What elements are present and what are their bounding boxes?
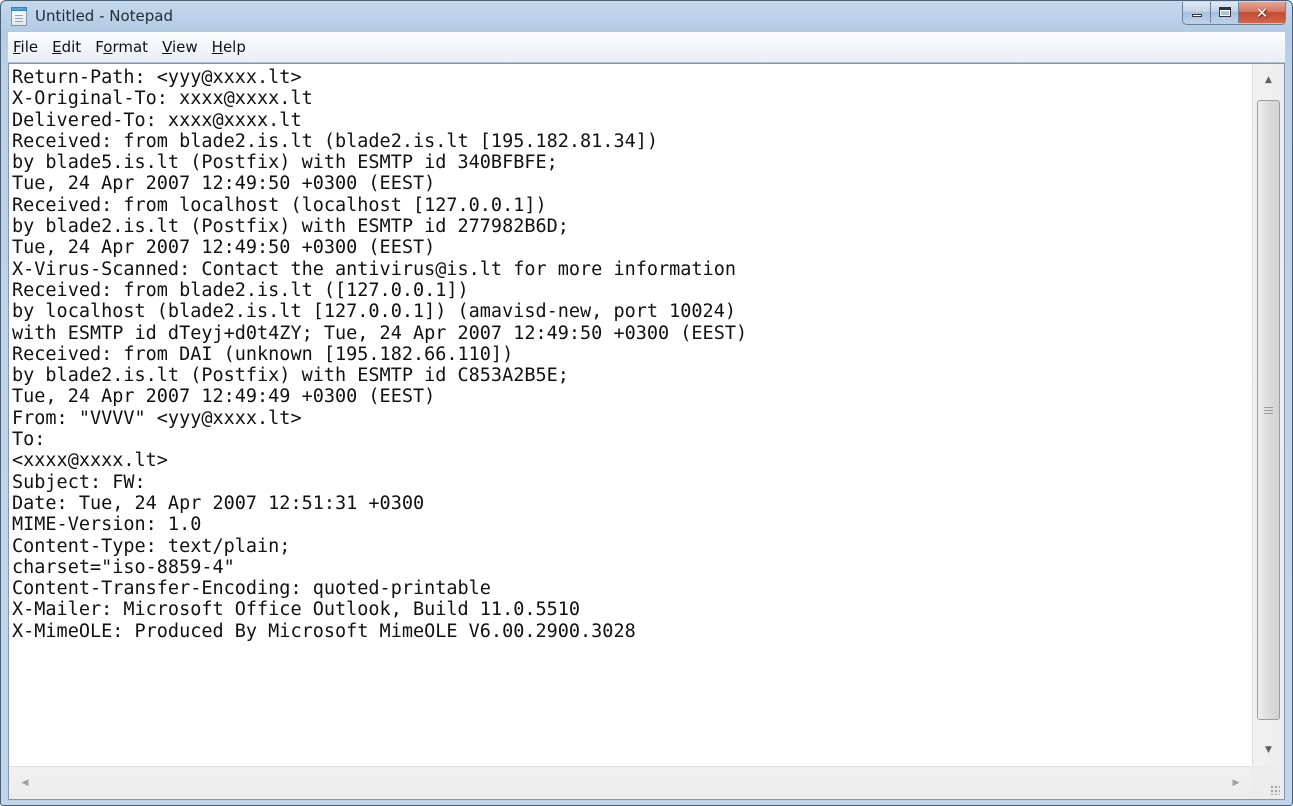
scroll-up-arrow-icon: ▲ [1265,75,1272,85]
text-line: To: [12,429,46,451]
editor-text[interactable]: Return-Path: <yyy@xxxx.lt> X-Original-To… [12,67,1237,765]
maximize-button[interactable] [1211,2,1239,23]
text-line: X-Mailer: Microsoft Office Outlook, Buil… [12,599,581,621]
scroll-left-arrow-icon: ◀ [21,778,29,788]
menu-file[interactable]: File [12,38,39,56]
text-line: charset="iso-8859-4" [12,556,235,578]
menu-help[interactable]: Help [211,38,247,56]
close-button[interactable]: ✕ [1239,2,1285,23]
maximize-icon [1219,7,1231,17]
scroll-up-button[interactable]: ▲ [1253,64,1284,96]
text-line: MIME-Version: 1.0 [12,514,202,536]
vertical-scrollbar[interactable]: ▲ ▼ [1252,64,1284,766]
size-grip-icon[interactable] [1251,766,1284,799]
minimize-button[interactable] [1183,2,1211,23]
text-line: Date: Tue, 24 Apr 2007 12:51:31 +0300 [12,492,425,514]
text-line: Content-Type: text/plain; [12,535,291,557]
caption-buttons: ✕ [1182,2,1286,25]
text-line: by blade2.is.lt (Postfix) with ESMTP id … [12,365,569,387]
notepad-icon[interactable] [11,7,27,26]
horizontal-scrollbar[interactable]: ◀ ▶ [9,766,1252,799]
text-line: by localhost (blade2.is.lt [127.0.0.1]) … [12,301,736,323]
minimize-icon [1192,14,1202,17]
text-line: Delivered-To: xxxx@xxxx.lt [12,109,302,131]
text-line: with ESMTP id dTeyj+d0t4ZY; Tue, 24 Apr … [12,322,748,344]
text-line: Tue, 24 Apr 2007 12:49:50 +0300 (EEST) [12,237,436,259]
close-icon: ✕ [1255,3,1269,22]
text-editor[interactable]: Return-Path: <yyy@xxxx.lt> X-Original-To… [8,63,1285,800]
text-line: by blade5.is.lt (Postfix) with ESMTP id … [12,152,558,174]
scroll-down-arrow-icon: ▼ [1265,745,1272,755]
window-title: Untitled - Notepad [35,7,174,25]
text-line: From: "VVVV" <yyy@xxxx.lt> [12,407,302,429]
text-line: Tue, 24 Apr 2007 12:49:50 +0300 (EEST) [12,173,436,195]
text-line: Tue, 24 Apr 2007 12:49:49 +0300 (EEST) [12,386,436,408]
scroll-left-button[interactable]: ◀ [9,767,41,799]
menu-bar: File Edit Format View Help [8,32,1285,63]
notepad-window: Untitled - Notepad ✕ File Edit Format Vi… [0,0,1293,806]
text-line: Received: from blade2.is.lt (blade2.is.l… [12,130,659,152]
text-line: Return-Path: <yyy@xxxx.lt> [12,67,302,88]
text-line: <xxxx@xxxx.lt> [12,450,168,472]
menu-format[interactable]: Format [94,38,149,56]
menu-view[interactable]: View [161,38,199,56]
title-bar[interactable]: Untitled - Notepad ✕ [1,1,1292,32]
scroll-right-arrow-icon: ▶ [1232,778,1240,788]
scroll-down-button[interactable]: ▼ [1253,734,1284,766]
text-line: Received: from DAI (unknown [195.182.66.… [12,343,514,365]
text-line: X-Original-To: xxxx@xxxx.lt [12,88,313,110]
text-line: Subject: FW: [12,471,146,493]
text-line: by blade2.is.lt (Postfix) with ESMTP id … [12,216,569,238]
text-line: X-Virus-Scanned: Contact the antivirus@i… [12,258,736,280]
scrollbar-grip-icon [1264,407,1273,414]
menu-edit[interactable]: Edit [51,38,82,56]
text-line: Received: from localhost (localhost [127… [12,194,547,216]
text-line: Content-Transfer-Encoding: quoted-printa… [12,578,491,600]
scroll-right-button[interactable]: ▶ [1220,767,1252,799]
text-line: Received: from blade2.is.lt ([127.0.0.1]… [12,279,469,301]
text-line: X-MimeOLE: Produced By Microsoft MimeOLE… [12,620,636,642]
vertical-scroll-thumb[interactable] [1257,100,1280,720]
